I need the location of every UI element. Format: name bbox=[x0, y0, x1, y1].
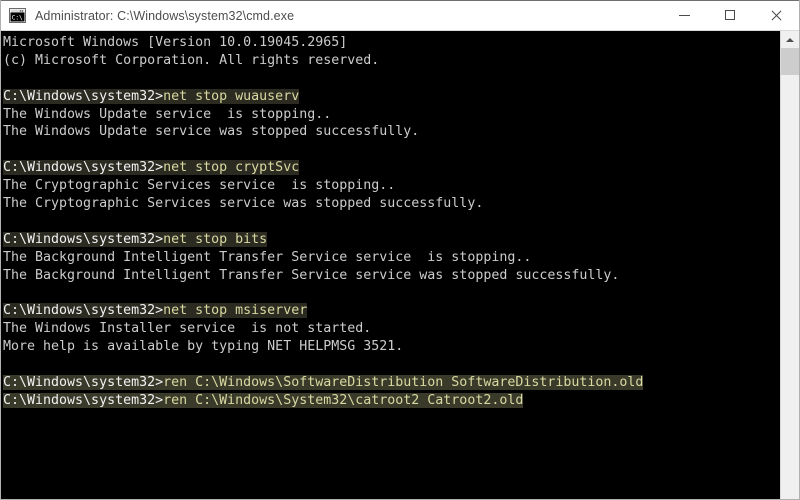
maximize-icon bbox=[725, 10, 735, 20]
terminal-output-text bbox=[3, 357, 11, 372]
minimize-button[interactable] bbox=[661, 0, 707, 30]
terminal-output-text bbox=[3, 285, 11, 300]
terminal-output-line: The Cryptographic Services service was s… bbox=[3, 195, 780, 213]
console-output-area[interactable]: Microsoft Windows [Version 10.0.19045.29… bbox=[1, 31, 780, 499]
command-highlight: C:\Windows\system32>ren C:\Windows\Syste… bbox=[3, 392, 524, 408]
window-title: Administrator: C:\Windows\system32\cmd.e… bbox=[35, 8, 295, 23]
terminal-output-line: The Windows Installer service is not sta… bbox=[3, 320, 780, 338]
terminal-output-line: The Background Intelligent Transfer Serv… bbox=[3, 249, 780, 267]
cmd-console-icon: C:\ bbox=[9, 8, 26, 23]
terminal-output-line bbox=[3, 70, 780, 88]
terminal-output-line: The Background Intelligent Transfer Serv… bbox=[3, 267, 780, 285]
terminal-output-text bbox=[3, 71, 11, 86]
terminal-output-line bbox=[3, 213, 780, 231]
terminal-command-line: C:\Windows\system32>net stop msiserver bbox=[3, 302, 780, 320]
cmd-window: C:\ Administrator: C:\Windows\system32\c… bbox=[0, 0, 800, 500]
command-highlight: C:\Windows\system32>net stop bits bbox=[3, 231, 268, 247]
terminal-output-text: The Cryptographic Services service is st… bbox=[3, 178, 396, 194]
terminal-output-text: The Background Intelligent Transfer Serv… bbox=[3, 249, 532, 265]
terminal-output-text: Microsoft Windows [Version 10.0.19045.29… bbox=[3, 35, 348, 50]
terminal-command: net stop cryptSvc bbox=[163, 160, 300, 176]
scroll-up-button[interactable] bbox=[781, 31, 799, 48]
command-highlight: C:\Windows\system32>net stop wuauserv bbox=[3, 88, 300, 104]
terminal-command: net stop wuauserv bbox=[163, 88, 300, 104]
terminal-output-line: Microsoft Windows [Version 10.0.19045.29… bbox=[3, 34, 780, 52]
terminal-output-text: The Background Intelligent Transfer Serv… bbox=[3, 267, 620, 283]
terminal-output-text bbox=[3, 214, 11, 229]
terminal-command-line: C:\Windows\system32>net stop cryptSvc bbox=[3, 159, 780, 177]
terminal-command: ren C:\Windows\System32\catroot2 Catroot… bbox=[163, 392, 524, 408]
terminal-command-line: C:\Windows\system32>net stop wuauserv bbox=[3, 88, 780, 106]
terminal-output-text: (c) Microsoft Corporation. All rights re… bbox=[3, 52, 380, 68]
terminal-output-text: More help is available by typing NET HEL… bbox=[3, 339, 404, 355]
scrollbar-track[interactable] bbox=[781, 48, 799, 499]
terminal-output-line bbox=[3, 141, 780, 159]
terminal-output-line bbox=[3, 356, 780, 374]
terminal-prompt: C:\Windows\system32> bbox=[3, 392, 164, 408]
svg-text:C:\: C:\ bbox=[12, 14, 23, 21]
terminal-prompt: C:\Windows\system32> bbox=[3, 88, 164, 104]
terminal-prompt: C:\Windows\system32> bbox=[3, 303, 164, 319]
terminal-text: Microsoft Windows [Version 10.0.19045.29… bbox=[1, 31, 780, 410]
terminal-output-text: The Windows Update service is stopping.. bbox=[3, 106, 332, 122]
maximize-button[interactable] bbox=[707, 0, 753, 30]
scrollbar-thumb[interactable] bbox=[781, 48, 799, 76]
terminal-output-text: The Windows Update service was stopped s… bbox=[3, 124, 420, 140]
scroll-up-arrow-icon bbox=[786, 37, 794, 42]
terminal-prompt: C:\Windows\system32> bbox=[3, 160, 164, 176]
close-icon bbox=[770, 9, 782, 21]
terminal-output-text: The Windows Installer service is not sta… bbox=[3, 321, 372, 337]
terminal-command: net stop bits bbox=[163, 231, 268, 247]
minimize-icon bbox=[678, 14, 690, 16]
window-controls bbox=[661, 0, 799, 31]
terminal-output-line: The Windows Update service is stopping.. bbox=[3, 106, 780, 124]
terminal-output-line: More help is available by typing NET HEL… bbox=[3, 338, 780, 356]
console-body: Microsoft Windows [Version 10.0.19045.29… bbox=[1, 31, 799, 499]
terminal-output-line: The Cryptographic Services service is st… bbox=[3, 177, 780, 195]
command-highlight: C:\Windows\system32>net stop msiserver bbox=[3, 303, 308, 319]
terminal-command: net stop msiserver bbox=[163, 303, 308, 319]
terminal-output-text bbox=[3, 142, 11, 157]
terminal-command-line: C:\Windows\system32>ren C:\Windows\Softw… bbox=[3, 374, 780, 392]
command-highlight: C:\Windows\system32>ren C:\Windows\Softw… bbox=[3, 374, 644, 390]
terminal-command: ren C:\Windows\SoftwareDistribution Soft… bbox=[163, 374, 644, 390]
vertical-scrollbar[interactable] bbox=[780, 31, 799, 499]
terminal-output-line: (c) Microsoft Corporation. All rights re… bbox=[3, 52, 780, 70]
terminal-output-text: The Cryptographic Services service was s… bbox=[3, 196, 484, 212]
terminal-prompt: C:\Windows\system32> bbox=[3, 374, 164, 390]
terminal-output-line: The Windows Update service was stopped s… bbox=[3, 123, 780, 141]
title-bar[interactable]: C:\ Administrator: C:\Windows\system32\c… bbox=[1, 0, 799, 31]
terminal-prompt: C:\Windows\system32> bbox=[3, 231, 164, 247]
close-button[interactable] bbox=[753, 0, 799, 30]
terminal-command-line: C:\Windows\system32>ren C:\Windows\Syste… bbox=[3, 392, 780, 410]
terminal-output-line bbox=[3, 284, 780, 302]
command-highlight: C:\Windows\system32>net stop cryptSvc bbox=[3, 160, 300, 176]
terminal-command-line: C:\Windows\system32>net stop bits bbox=[3, 231, 780, 249]
